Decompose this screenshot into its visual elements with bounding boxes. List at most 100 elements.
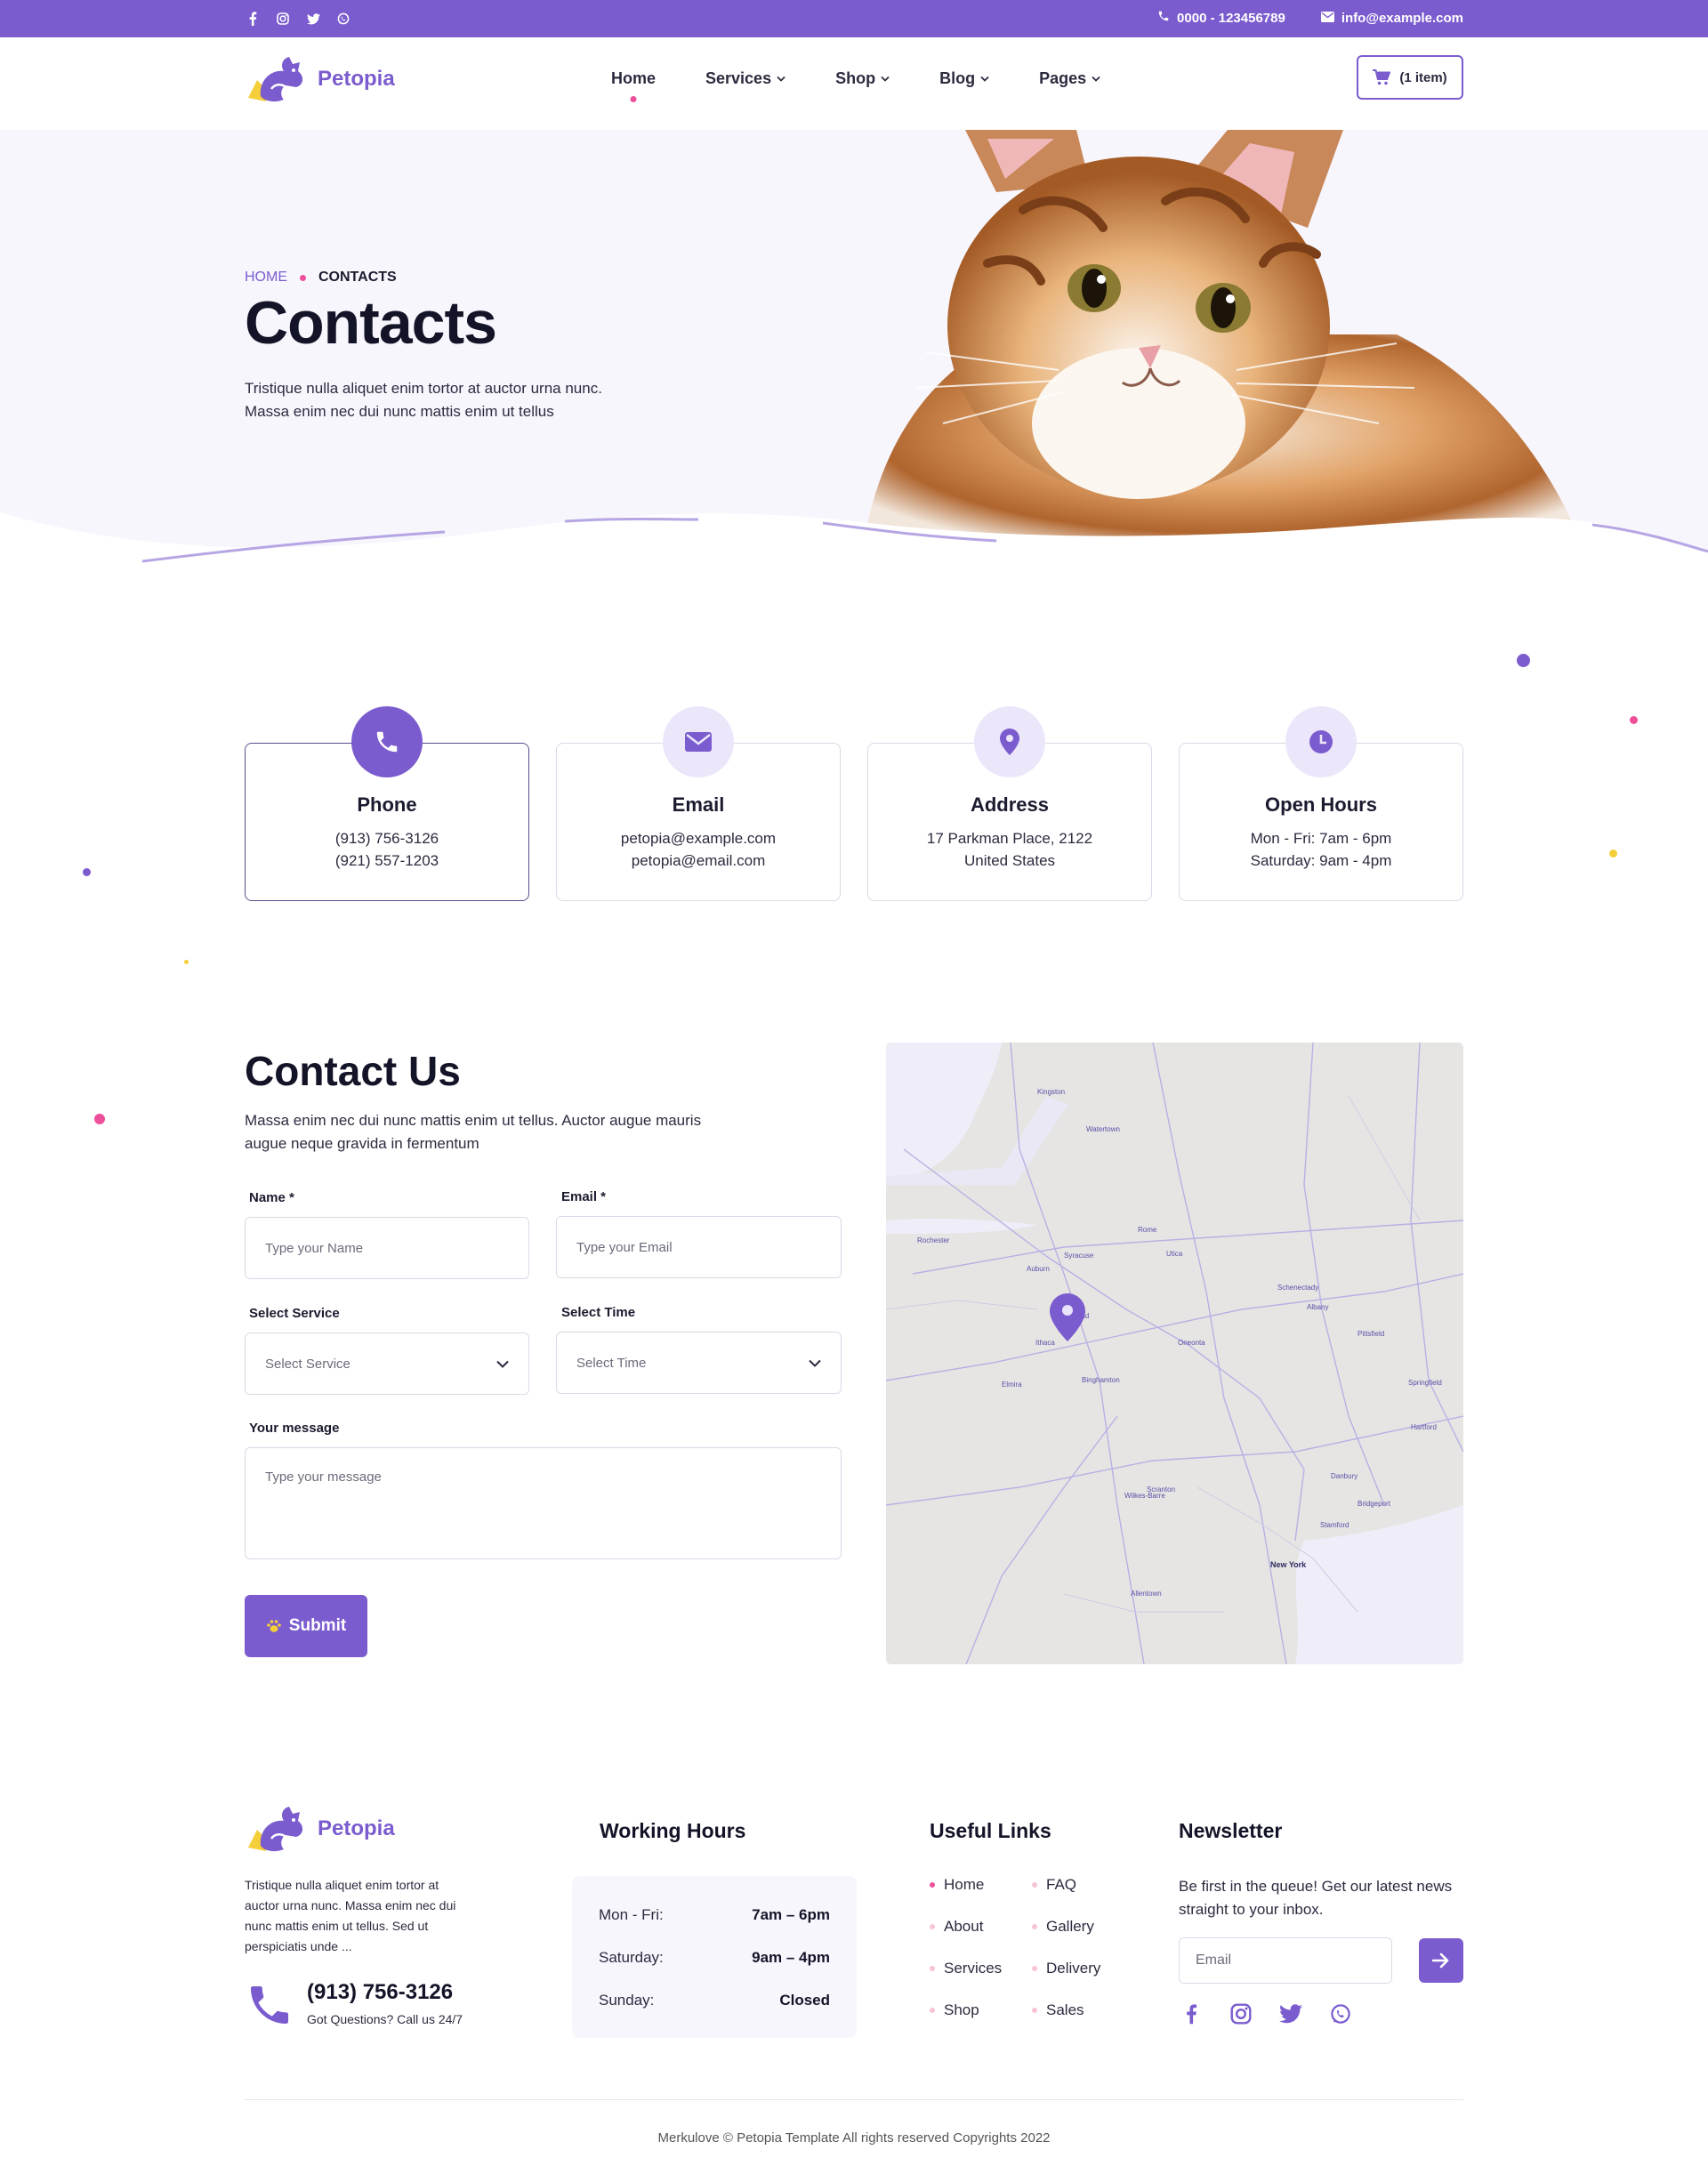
footer-phone-number[interactable]: (913) 756-3126 [307, 1980, 463, 2005]
petopia-logo-icon [248, 1807, 303, 1852]
whatsapp-icon[interactable] [1328, 2001, 1353, 2026]
footer-link-sales[interactable]: Sales [1032, 2001, 1121, 2020]
footer-divider [245, 2099, 1463, 2100]
service-select[interactable]: Select Service [245, 1333, 529, 1395]
footer-link-delivery[interactable]: Delivery [1032, 1959, 1121, 1978]
map-label: Hartford [1411, 1423, 1437, 1431]
newsletter-text: Be first in the queue! Get our latest ne… [1179, 1878, 1453, 1918]
message-label: Your message [249, 1421, 340, 1436]
map-label: Allentown [1131, 1590, 1162, 1598]
footer-link-about[interactable]: About [930, 1917, 1032, 1936]
map-label: Kingston [1037, 1088, 1065, 1096]
map-label: New York [1270, 1560, 1307, 1569]
footer-logo[interactable]: Petopia [245, 1803, 395, 1855]
map-label: Binghamton [1082, 1376, 1120, 1384]
card-line[interactable]: petopia@example.com [557, 827, 840, 849]
footer-phone[interactable]: (913) 756-3126 Got Questions? Call us 24… [245, 1980, 463, 2030]
map-label: Rochester [917, 1236, 950, 1244]
map-label: Syracuse [1064, 1252, 1094, 1260]
nav-item-services[interactable]: Services [705, 69, 786, 88]
footer-link-shop[interactable]: Shop [930, 2001, 1032, 2020]
phone-icon [351, 706, 423, 777]
facebook-icon[interactable] [245, 11, 261, 27]
footer-about: Tristique nulla aliquet enim tortor at a… [245, 1878, 456, 1953]
card-line: 17 Parkman Place, 2122 [926, 830, 1093, 847]
card-line[interactable]: petopia@email.com [557, 849, 840, 872]
hero-lead: Tristique nulla aliquet enim tortor at a… [245, 380, 602, 420]
service-select-value: Select Service [265, 1356, 350, 1372]
chevron-down-icon [777, 76, 786, 82]
map-label: Pittsfield [1358, 1330, 1384, 1338]
email-input[interactable] [556, 1216, 842, 1278]
hero-section: HOME CONTACTS Contacts Tristique nulla a… [0, 130, 1708, 566]
newsletter-title: Newsletter [1179, 1819, 1283, 1842]
footer-link-services[interactable]: Services [930, 1959, 1032, 1978]
card-line[interactable]: (913) 756-3126 [246, 827, 528, 849]
time-select-value: Select Time [576, 1355, 647, 1371]
phone-icon [251, 1986, 288, 2024]
map-label: Schenectady [1277, 1284, 1318, 1292]
footer-link-home[interactable]: Home [930, 1875, 1032, 1895]
map-pin-icon [974, 706, 1045, 777]
footer-phone-sub: Got Questions? Call us 24/7 [307, 2012, 463, 2026]
map-label: Springfield [1408, 1379, 1442, 1387]
map-label: Elmira [1002, 1381, 1022, 1389]
whatsapp-icon[interactable] [335, 11, 351, 27]
footer-link-gallery[interactable]: Gallery [1032, 1917, 1121, 1936]
card-title: Open Hours [1265, 793, 1377, 816]
chevron-down-icon [881, 76, 890, 82]
name-label: Name * [249, 1190, 294, 1205]
card-line[interactable]: (921) 557-1203 [246, 849, 528, 872]
active-indicator [630, 96, 637, 102]
working-hours-title: Working Hours [600, 1819, 746, 1842]
cart-button[interactable]: (1 item) [1357, 55, 1463, 100]
twitter-icon[interactable] [305, 11, 321, 27]
envelope-icon [1320, 11, 1334, 26]
submit-button[interactable]: Submit [245, 1595, 367, 1657]
nav-item-home[interactable]: Home [611, 69, 656, 102]
footer-link-faq[interactable]: FAQ [1032, 1875, 1121, 1895]
breadcrumb-home[interactable]: HOME [245, 270, 287, 286]
email-card: Email petopia@example.com petopia@email.… [556, 706, 841, 901]
nav-item-pages[interactable]: Pages [1039, 69, 1100, 88]
map-label: Wilkes-Barre [1124, 1492, 1165, 1500]
topbar-social [245, 11, 351, 27]
arrow-right-icon [1432, 1953, 1449, 1969]
decorative-dot [1517, 654, 1530, 667]
decorative-dot [1630, 716, 1638, 724]
message-textarea[interactable] [245, 1447, 842, 1559]
topbar-phone[interactable]: 0000 - 123456789 [1157, 10, 1285, 26]
card-line: Saturday: 9am - 4pm [1250, 852, 1392, 869]
instagram-icon[interactable] [275, 11, 291, 27]
newsletter-submit-button[interactable] [1419, 1938, 1463, 1983]
nav-item-shop[interactable]: Shop [835, 69, 890, 88]
card-title: Email [672, 793, 725, 816]
useful-links-title: Useful Links [930, 1819, 1051, 1842]
map-label: Auburn [1027, 1265, 1050, 1273]
working-hours-box: Mon - Fri: 7am – 6pm Saturday: 9am – 4pm… [572, 1876, 857, 2038]
email-label: Email * [561, 1189, 607, 1204]
facebook-icon[interactable] [1179, 2001, 1204, 2026]
chevron-down-icon [980, 76, 989, 82]
map[interactable]: Kingston Watertown Syracuse Utica Roches… [886, 1043, 1463, 1664]
name-input[interactable] [245, 1217, 529, 1279]
main-header: Petopia Home Services Shop Blog Pages (1… [0, 37, 1708, 130]
breadcrumb: HOME CONTACTS [245, 270, 397, 286]
topbar-email[interactable]: info@example.com [1320, 10, 1463, 26]
envelope-icon [663, 706, 734, 777]
map-label: Ithaca [1035, 1339, 1055, 1347]
logo[interactable]: Petopia [245, 53, 395, 105]
map-label: Oneonta [1178, 1339, 1205, 1347]
newsletter-email-input[interactable] [1179, 1937, 1392, 1984]
contact-title: Contact Us [245, 1048, 461, 1094]
time-select[interactable]: Select Time [556, 1332, 842, 1394]
address-card: Address 17 Parkman Place, 2122 United St… [867, 706, 1152, 901]
time-label: Select Time [561, 1305, 636, 1320]
topbar-contact: 0000 - 123456789 info@example.com [1157, 10, 1463, 26]
decorative-dot [83, 868, 91, 876]
map-canvas: Kingston Watertown Syracuse Utica Roches… [886, 1043, 1463, 1664]
instagram-icon[interactable] [1229, 2001, 1253, 2026]
twitter-icon[interactable] [1278, 2001, 1303, 2026]
map-label: Bridgeport [1358, 1500, 1391, 1508]
nav-item-blog[interactable]: Blog [939, 69, 989, 88]
